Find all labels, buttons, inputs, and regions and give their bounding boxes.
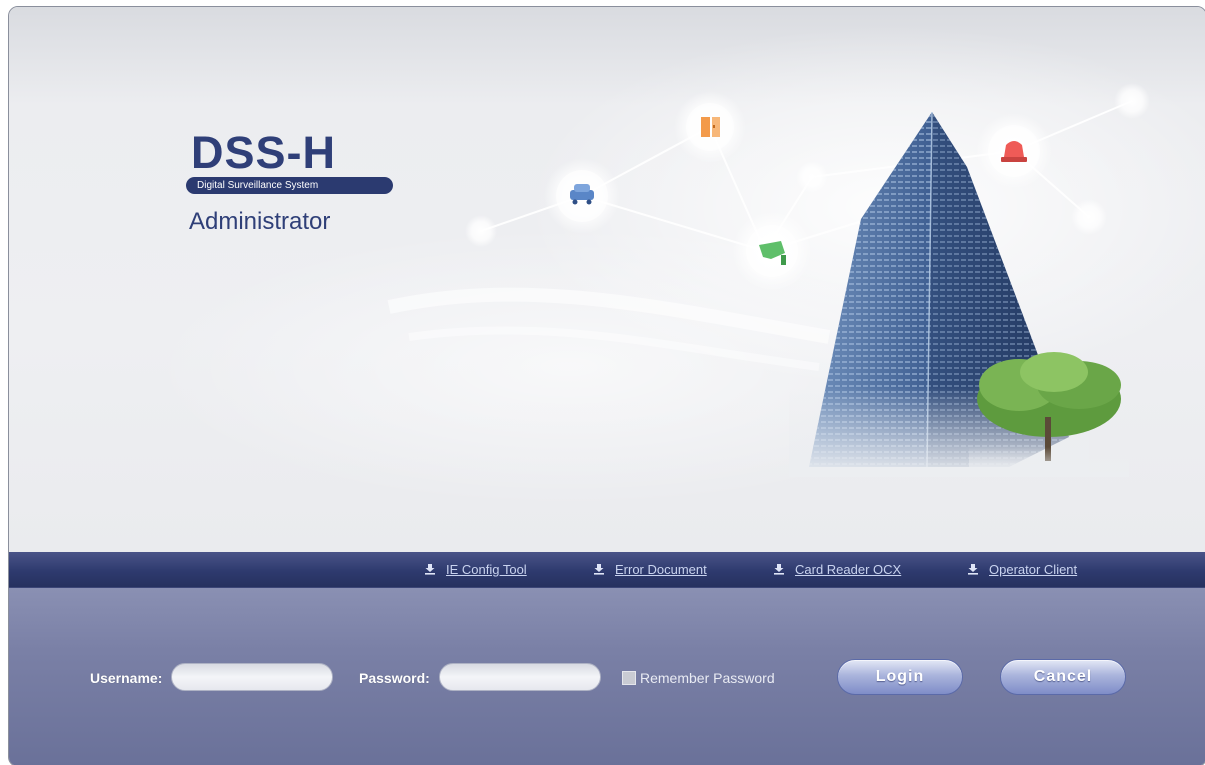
product-name: DSS-H [191,127,337,178]
cancel-button[interactable]: Cancel [1000,659,1126,695]
hero-banner: DSS-H Digital Surveillance System Admini… [9,7,1205,552]
ie-config-tool-link[interactable]: IE Config Tool [424,560,527,578]
username-label: Username: [90,670,163,686]
door-icon [674,91,746,163]
card-reader-ocx-link[interactable]: Card Reader OCX [773,560,901,578]
username-input[interactable] [171,663,333,691]
operator-client-link[interactable]: Operator Client [967,560,1077,578]
product-tagline: Digital Surveillance System [186,177,393,194]
download-icon [594,564,604,575]
download-icon [425,564,435,575]
download-links-bar: IE Config Tool Error Document Card Reade… [9,552,1205,588]
error-document-label: Error Document [615,561,707,577]
ie-config-tool-label: IE Config Tool [446,561,527,577]
login-window: DSS-H Digital Surveillance System Admini… [8,6,1205,765]
download-icon [774,564,784,575]
remember-password-label: Remember Password [640,670,775,686]
error-document-link[interactable]: Error Document [593,560,707,578]
login-form: Username: Password: Remember Password Lo… [9,588,1205,765]
login-button[interactable]: Login [837,659,963,695]
password-input[interactable] [439,663,601,691]
download-icon [968,564,978,575]
alarm-icon [976,113,1052,189]
camera-icon [732,211,812,291]
tree-illustration [969,352,1129,477]
car-icon [544,158,620,234]
password-label: Password: [359,670,430,686]
role-title: Administrator [189,208,331,235]
remember-password-checkbox[interactable] [622,671,636,685]
card-reader-ocx-label: Card Reader OCX [795,561,902,577]
hero-illustration [387,83,1150,477]
operator-client-label: Operator Client [989,561,1078,577]
